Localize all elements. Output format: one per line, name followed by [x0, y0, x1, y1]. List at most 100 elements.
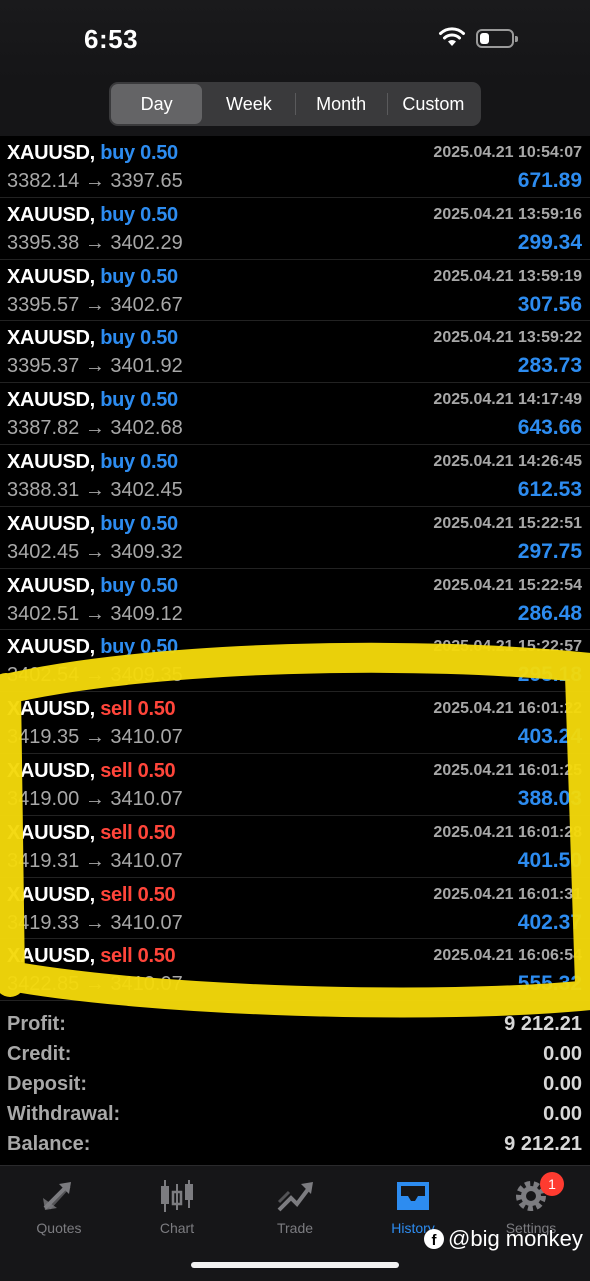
deal-volume: 0.50 [140, 389, 178, 412]
deal-symbol: XAUUSD, [7, 450, 95, 473]
deal-row[interactable]: XAUUSD, sell 0.50 2025.04.21 16:01:22 3419… [0, 692, 590, 754]
period-tab-week[interactable]: Week [203, 84, 294, 124]
deal-prices: 3419.33 → 3410.07 [7, 912, 183, 935]
deal-row[interactable]: XAUUSD, buy 0.50 2025.04.21 14:17:49 3387.… [0, 383, 590, 445]
arrow-icon: → [84, 478, 105, 501]
home-indicator[interactable] [191, 1262, 399, 1268]
deal-volume: 0.50 [140, 265, 178, 288]
notification-badge: 1 [540, 1172, 564, 1196]
deal-prices: 3395.37 → 3401.92 [7, 355, 183, 378]
deal-open-price: 3422.85 [7, 973, 80, 996]
deal-row[interactable]: XAUUSD, buy 0.50 2025.04.21 15:22:57 3402.… [0, 630, 590, 693]
deal-open-price: 3387.82 [7, 417, 80, 440]
deal-close-price: 3402.68 [110, 417, 183, 440]
summary-label: Withdrawal: [7, 1103, 121, 1125]
deal-datetime: 2025.04.21 10:54:07 [433, 144, 582, 161]
deal-title: XAUUSD, buy 0.50 [7, 142, 178, 165]
deal-datetime: 2025.04.21 16:01:25 [433, 761, 582, 779]
tab-chart[interactable]: Chart [118, 1174, 236, 1236]
deal-prices: 3419.00 → 3410.07 [7, 788, 183, 811]
arrow-icon: → [84, 231, 105, 254]
deal-volume: 0.50 [140, 203, 178, 226]
arrow-icon: → [84, 849, 105, 872]
deal-close-price: 3409.35 [110, 664, 183, 687]
deal-close-price: 3410.07 [110, 849, 183, 872]
period-tab-day[interactable]: Day [111, 84, 203, 124]
deal-volume: 0.50 [140, 142, 178, 164]
watermark-text: @big monkey [448, 1226, 583, 1251]
battery-icon [476, 29, 518, 48]
deal-row[interactable]: XAUUSD, buy 0.50 2025.04.21 14:26:45 3388.… [0, 445, 590, 507]
deal-profit: 555.32 [517, 972, 582, 996]
deal-row[interactable]: XAUUSD, buy 0.50 2025.04.21 13:59:19 3395.… [0, 260, 590, 322]
deal-profit: 643.66 [517, 416, 582, 440]
tab-trade[interactable]: Trade [236, 1174, 354, 1236]
period-tab-month[interactable]: Month [296, 84, 387, 124]
deal-side: sell [100, 759, 133, 782]
deal-prices: 3402.54 → 3409.35 [7, 664, 183, 687]
deal-prices: 3387.82 → 3402.68 [7, 417, 183, 440]
deal-symbol: XAUUSD, [7, 574, 95, 597]
deal-prices: 3422.85 → 3410.07 [7, 973, 183, 996]
deal-row[interactable]: XAUUSD, sell 0.50 2025.04.21 16:01:28 3419… [0, 816, 590, 878]
deal-row[interactable]: XAUUSD, buy 0.50 2025.04.21 15:22:51 3402.… [0, 507, 590, 569]
deal-datetime: 2025.04.21 16:06:54 [433, 947, 582, 965]
arrow-icon: → [84, 293, 105, 316]
deal-close-price: 3401.92 [110, 355, 183, 378]
summary-value: 9 212.21 [504, 1133, 582, 1155]
deal-profit: 283.73 [517, 354, 582, 378]
deal-open-price: 3402.51 [7, 602, 80, 625]
deal-close-price: 3409.12 [110, 602, 183, 625]
deal-profit: 403.24 [517, 725, 582, 749]
deal-title: XAUUSD, sell 0.50 [7, 945, 176, 968]
deal-row[interactable]: XAUUSD, buy 0.50 2025.04.21 10:54:07 3382.… [0, 136, 590, 198]
deal-profit: 307.56 [517, 292, 582, 316]
period-tab-custom[interactable]: Custom [388, 84, 479, 124]
deal-datetime: 2025.04.21 16:01:22 [433, 700, 582, 718]
deal-row[interactable]: XAUUSD, sell 0.50 2025.04.21 16:01:25 3419… [0, 754, 590, 816]
summary-label: Credit: [7, 1043, 72, 1065]
deal-open-price: 3388.31 [7, 478, 80, 501]
summary-row-withdrawal: Withdrawal: 0.00 [0, 1100, 590, 1130]
deal-volume: 0.50 [137, 759, 176, 782]
deal-close-price: 3409.32 [110, 540, 183, 563]
summary-value: 0.00 [543, 1043, 582, 1065]
deal-datetime: 2025.04.21 15:22:54 [433, 576, 582, 594]
deal-symbol: XAUUSD, [7, 203, 95, 226]
deal-datetime: 2025.04.21 15:22:51 [433, 514, 582, 532]
deal-row[interactable]: XAUUSD, sell 0.50 2025.04.21 16:01:31 3419… [0, 878, 590, 940]
deal-row[interactable]: XAUUSD, buy 0.50 2025.04.21 13:59:16 3395.… [0, 198, 590, 260]
deal-volume: 0.50 [140, 636, 178, 659]
deal-side: buy [100, 265, 135, 288]
arrow-icon: → [84, 602, 105, 625]
arrow-icon: → [84, 355, 105, 378]
arrow-icon: → [84, 540, 105, 563]
deal-title: XAUUSD, buy 0.50 [7, 451, 178, 474]
deal-title: XAUUSD, buy 0.50 [7, 513, 178, 536]
deal-symbol: XAUUSD, [7, 883, 95, 906]
deal-profit: 297.75 [517, 539, 582, 563]
deal-row[interactable]: XAUUSD, buy 0.50 2025.04.21 13:59:22 3395.… [0, 321, 590, 384]
deal-prices: 3382.14 → 3397.65 [7, 170, 183, 193]
deal-prices: 3402.45 → 3409.32 [7, 541, 183, 564]
deal-title: XAUUSD, buy 0.50 [7, 389, 178, 412]
deal-side: buy [100, 327, 135, 350]
deal-side: sell [100, 698, 133, 721]
period-segmented-control: Day Week Month Custom [109, 82, 481, 126]
arrow-icon: → [84, 726, 105, 749]
deal-open-price: 3402.54 [7, 664, 80, 687]
arrow-icon: → [84, 911, 105, 934]
deal-prices: 3388.31 → 3402.45 [7, 479, 183, 502]
deal-row[interactable]: XAUUSD, sell 0.50 2025.04.21 16:06:54 3422… [0, 939, 590, 1002]
tab-quotes[interactable]: Quotes [0, 1174, 118, 1236]
deal-prices: 3419.31 → 3410.07 [7, 850, 183, 873]
status-bar: 6:53 [0, 0, 590, 80]
deal-datetime: 2025.04.21 16:01:31 [433, 885, 582, 903]
deal-datetime: 2025.04.21 13:59:22 [433, 329, 582, 347]
tab-label: Quotes [36, 1220, 82, 1236]
deal-row[interactable]: XAUUSD, buy 0.50 2025.04.21 15:22:54 3402.… [0, 569, 590, 631]
deals-list: XAUUSD, buy 0.50 2025.04.21 10:54:07 3382.… [0, 136, 590, 1002]
deal-side: buy [100, 203, 135, 226]
deal-close-price: 3410.07 [110, 726, 183, 749]
deal-close-price: 3397.65 [110, 170, 183, 192]
